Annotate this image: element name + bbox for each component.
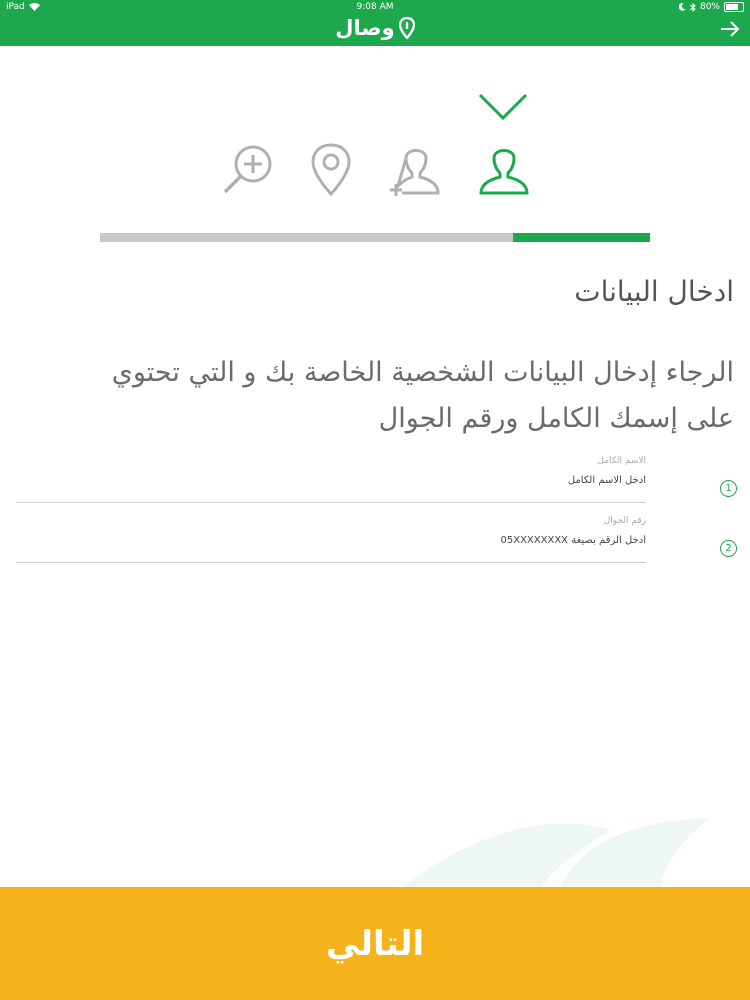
check-icon (478, 93, 528, 121)
top-bar: iPad 9:08 AM 80% وصال (0, 0, 750, 46)
status-right: 80% (678, 2, 744, 12)
status-time: 9:08 AM (356, 2, 394, 12)
full-name-field: الاسم الكامل (16, 452, 646, 503)
field-number-1: 1 (720, 480, 737, 497)
user-icon[interactable] (478, 142, 530, 198)
bluetooth-icon (689, 2, 696, 12)
next-button[interactable]: التالي (0, 887, 750, 1000)
progress-bar (100, 233, 650, 242)
location-icon[interactable] (308, 142, 354, 198)
progress-fill (512, 233, 650, 242)
page-title: ادخال البيانات (574, 275, 734, 308)
background-decoration (400, 818, 710, 890)
full-name-label: الاسم الكامل (597, 456, 646, 466)
arrow-right-icon[interactable] (720, 20, 740, 38)
field-number-2: 2 (720, 540, 737, 557)
mobile-input[interactable] (16, 530, 646, 550)
full-name-input[interactable] (16, 470, 646, 490)
battery-icon (724, 2, 744, 12)
moon-icon (678, 3, 686, 11)
pin-logo-icon (398, 17, 415, 39)
logo-text: وصال (335, 16, 395, 40)
app-logo: وصال (0, 16, 750, 40)
page-description: الرجاء إدخال البيانات الشخصية الخاصة بك … (111, 357, 734, 434)
mobile-field: رقم الجوال (16, 512, 646, 563)
search-plus-icon[interactable] (222, 142, 276, 198)
mobile-label: رقم الجوال (603, 516, 646, 526)
battery-percent: 80% (699, 2, 720, 12)
add-user-icon[interactable] (388, 142, 440, 198)
